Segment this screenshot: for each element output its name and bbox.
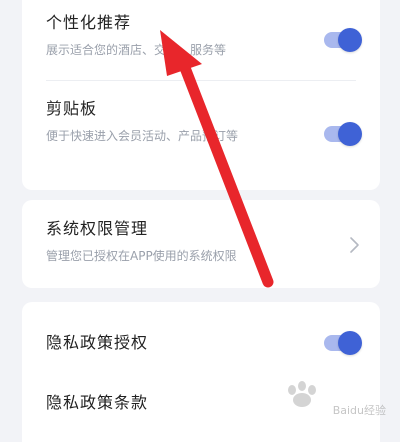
privacy-authorization-toggle[interactable]: [324, 331, 362, 355]
setting-title: 系统权限管理: [46, 219, 149, 238]
toggle-knob: [338, 122, 362, 146]
setting-title: 剪贴板: [46, 99, 98, 118]
setting-title: 隐私政策授权: [46, 333, 149, 352]
watermark-text: Baidu经验: [332, 404, 386, 417]
setting-row-personalized-recommendation[interactable]: 个性化推荐 展示适合您的酒店、交通、服务等: [46, 12, 356, 59]
setting-description: 管理您已授权在APP使用的系统权限: [46, 249, 237, 263]
setting-title: 个性化推荐: [46, 13, 132, 32]
setting-description: 展示适合您的酒店、交通、服务等: [46, 43, 227, 57]
divider: [46, 80, 356, 81]
toggle-knob: [338, 331, 362, 355]
settings-card-permissions[interactable]: 系统权限管理 管理您已授权在APP使用的系统权限: [22, 200, 380, 288]
setting-row-clipboard[interactable]: 剪贴板 便于快速进入会员活动、产品预订等: [46, 98, 356, 145]
setting-description: 便于快速进入会员活动、产品预订等: [46, 129, 239, 143]
clipboard-toggle[interactable]: [324, 122, 362, 146]
toggle-knob: [338, 28, 362, 52]
settings-card-personalization: 个性化推荐 展示适合您的酒店、交通、服务等 剪贴板 便于快速进入会员活动、产品预…: [22, 0, 380, 190]
personalized-recommendation-toggle[interactable]: [324, 28, 362, 52]
chevron-right-icon: [350, 237, 359, 253]
setting-row-privacy-authorization[interactable]: 隐私政策授权: [46, 332, 356, 354]
setting-row-system-permissions[interactable]: 系统权限管理 管理您已授权在APP使用的系统权限: [46, 218, 356, 265]
